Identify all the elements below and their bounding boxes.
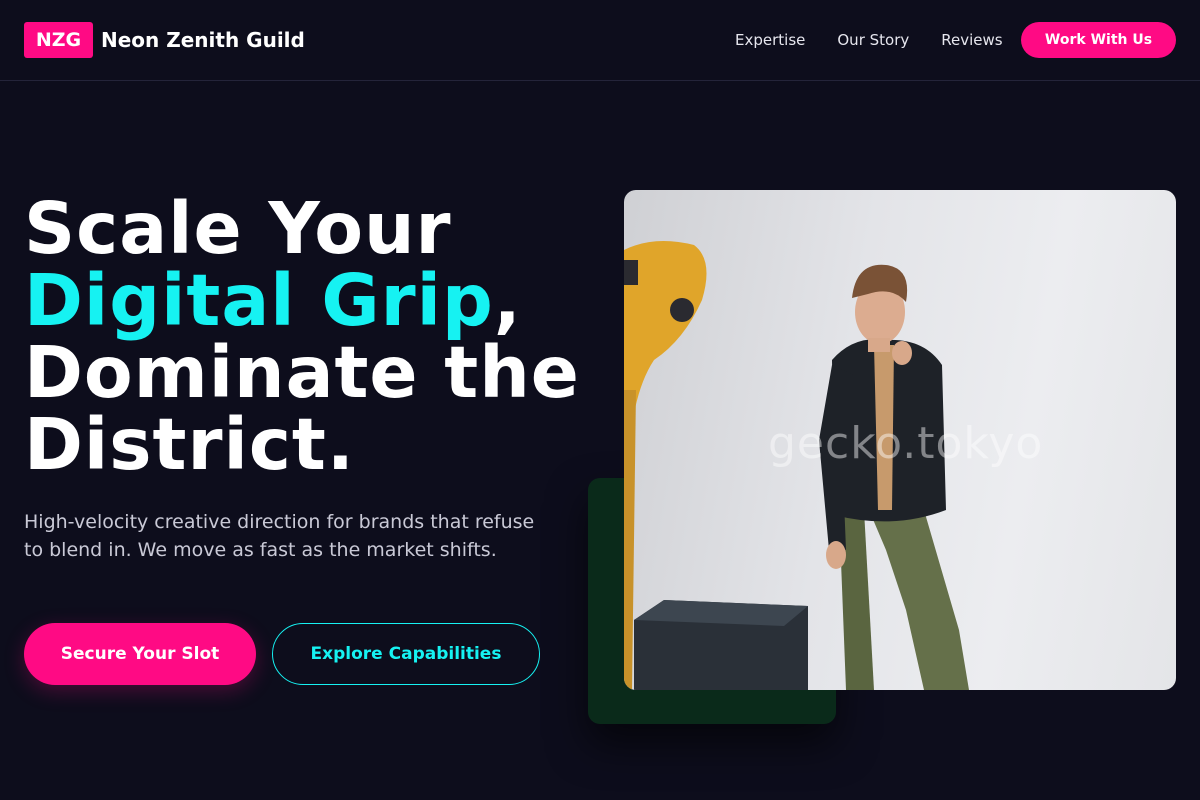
headline-line-2: Digital Grip, xyxy=(24,265,604,337)
work-with-us-button[interactable]: Work With Us xyxy=(1021,22,1176,58)
headline-line-3: Dominate the xyxy=(24,331,580,414)
secure-your-slot-button[interactable]: Secure Your Slot xyxy=(24,623,256,685)
nav-link-expertise[interactable]: Expertise xyxy=(735,30,805,50)
brand[interactable]: NZG Neon Zenith Guild xyxy=(24,22,305,58)
site-header: NZG Neon Zenith Guild Expertise Our Stor… xyxy=(0,0,1200,81)
main-nav: Expertise Our Story Reviews xyxy=(735,30,1035,50)
hero-headline: Scale Your Digital Grip, Dominate the Di… xyxy=(24,193,604,481)
headline-accent: Digital Grip xyxy=(24,259,494,342)
hero-photo: gecko.tokyo xyxy=(624,190,1176,690)
nav-link-reviews[interactable]: Reviews xyxy=(941,30,1002,50)
headline-comma: , xyxy=(493,259,522,342)
hero-subtext: High-velocity creative direction for bra… xyxy=(24,511,535,561)
logo-badge[interactable]: NZG xyxy=(24,22,93,58)
headline-line-4: District. xyxy=(24,403,355,486)
headline-line-1: Scale Your xyxy=(24,187,452,270)
explore-capabilities-button[interactable]: Explore Capabilities xyxy=(272,623,540,685)
image-watermark: gecko.tokyo xyxy=(768,418,1044,469)
brand-name[interactable]: Neon Zenith Guild xyxy=(101,28,305,52)
nav-link-our-story[interactable]: Our Story xyxy=(837,30,909,50)
